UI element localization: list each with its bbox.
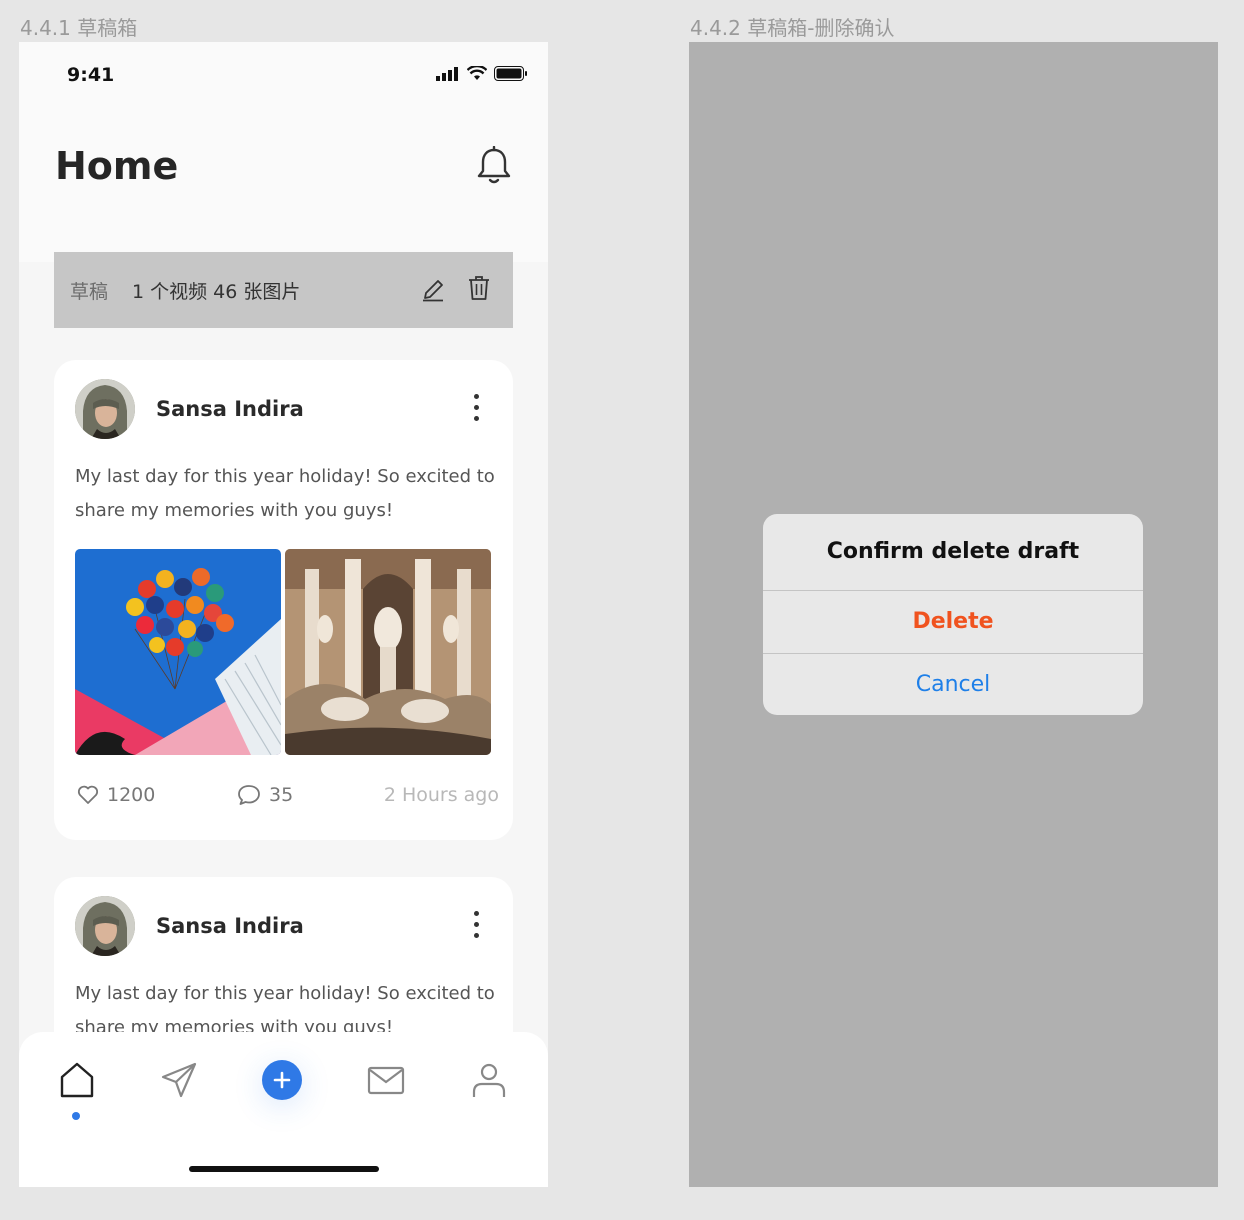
avatar[interactable] [75,379,135,439]
status-icons [436,66,528,81]
post-card[interactable]: Sansa Indira My last day for this year h… [54,360,513,840]
more-options-icon[interactable] [471,394,481,424]
plus-icon [273,1071,291,1089]
mail-icon[interactable] [366,1060,406,1100]
post-text: My last day for this year holiday! So ex… [75,466,495,521]
send-icon[interactable] [159,1060,199,1100]
draft-info: 1 个视频 46 张图片 [132,280,301,303]
heart-icon [77,785,99,804]
add-button[interactable] [262,1060,302,1100]
like-count: 1200 [107,784,156,806]
post-timestamp: 2 Hours ago [383,784,499,806]
active-tab-indicator [72,1112,80,1120]
bell-icon[interactable] [476,146,512,186]
profile-icon[interactable] [469,1060,509,1100]
signal-icon [436,66,458,81]
cancel-button[interactable]: Cancel [763,653,1143,715]
edit-icon[interactable] [421,274,445,302]
frame-label-draft-box: 4.4.1 草稿箱 [20,16,138,40]
tab-bar [19,1032,548,1187]
like-button[interactable]: 1200 [77,784,155,806]
header: Home [19,112,548,262]
draft-label: 草稿 [70,280,109,303]
status-bar: 9:41 [19,42,548,112]
frame-label-delete-confirm: 4.4.2 草稿箱-删除确认 [690,16,895,40]
dialog-title: Confirm delete draft [826,539,1080,564]
post-author[interactable]: Sansa Indira [156,914,304,938]
confirm-dialog: Confirm delete draft Delete Cancel [763,514,1143,715]
home-icon[interactable] [57,1060,97,1100]
comment-icon [238,785,260,805]
post-image-balloons[interactable] [75,549,281,755]
comment-button[interactable]: 35 [237,784,293,806]
status-time: 9:41 [67,64,115,86]
more-options-icon[interactable] [471,911,481,941]
trash-icon[interactable] [467,274,491,302]
battery-icon [494,66,527,81]
comment-count: 35 [269,784,294,806]
home-screen: 9:41 Home 草稿 1 个视频 46 张图片 Sansa Indira M… [19,42,548,1187]
avatar[interactable] [75,896,135,956]
post-author[interactable]: Sansa Indira [156,397,304,421]
delete-button[interactable]: Delete [763,590,1143,652]
post-stats: 1200 35 2 Hours ago [75,782,499,812]
draft-bar[interactable]: 草稿 1 个视频 46 张图片 [54,252,513,328]
wifi-icon [467,66,487,80]
draft-actions [421,274,491,302]
home-indicator [189,1166,379,1172]
page-title: Home [55,144,179,188]
post-image-fountain[interactable] [285,549,491,755]
modal-overlay[interactable]: Confirm delete draft Delete Cancel [689,42,1218,1187]
